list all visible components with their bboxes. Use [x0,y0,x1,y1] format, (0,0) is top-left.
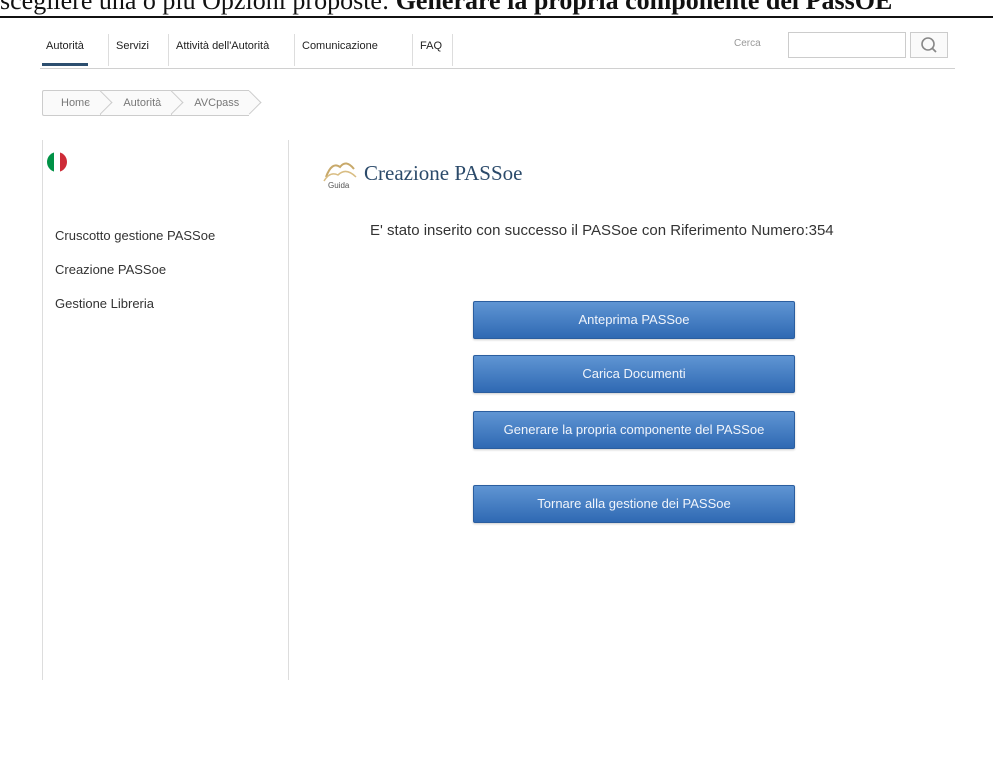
generate-component-button[interactable]: Generare la propria componente del PASSo… [473,411,795,449]
guide-icon-label: Guida [328,181,350,190]
nav-item-servizi[interactable]: Servizi [112,38,153,54]
page-title-text: Creazione PASSoe [364,160,523,185]
guide-icon: Guida [320,155,362,191]
breadcrumb-home[interactable]: Home [42,90,101,116]
upload-documents-button[interactable]: Carica Documenti [473,355,795,393]
nav-separator [412,34,413,66]
italy-flag-icon [47,152,67,172]
page-caption: scegliere una o più Opzioni proposte: Ge… [0,0,993,18]
nav-separator [294,34,295,66]
sidebar-item-cruscotto[interactable]: Cruscotto gestione PASSoe [55,228,215,243]
search-label: Cerca [734,38,761,49]
success-message: E' stato inserito con successo il PASSoe… [370,222,834,239]
nav-separator [108,34,109,66]
page-title: Guida Creazione PASSoe [320,155,522,191]
top-nav: Autorità Servizi Attività dell'Autorità … [40,32,955,69]
caption-prefix: scegliere una o più Opzioni proposte: [0,0,390,15]
nav-item-autorita[interactable]: Autorità [42,38,88,66]
back-to-management-button[interactable]: Tornare alla gestione dei PASSoe [473,485,795,523]
sidebar-item-libreria[interactable]: Gestione Libreria [55,296,154,311]
nav-item-attivita[interactable]: Attività dell'Autorità [172,38,273,54]
breadcrumb: Home Autorità AVCpass [42,90,250,116]
search-icon [921,37,937,53]
caption-bold: Generare la propria componente del PassO… [395,0,893,15]
sidebar: Cruscotto gestione PASSoe Creazione PASS… [42,140,289,680]
nav-item-comunicazione[interactable]: Comunicazione [298,38,382,54]
preview-passoe-button[interactable]: Anteprima PASSoe [473,301,795,339]
nav-separator [452,34,453,66]
search-button[interactable] [910,32,948,58]
search-input[interactable] [788,32,906,58]
nav-separator [168,34,169,66]
sidebar-item-creazione[interactable]: Creazione PASSoe [55,262,166,277]
nav-item-faq[interactable]: FAQ [416,38,446,54]
